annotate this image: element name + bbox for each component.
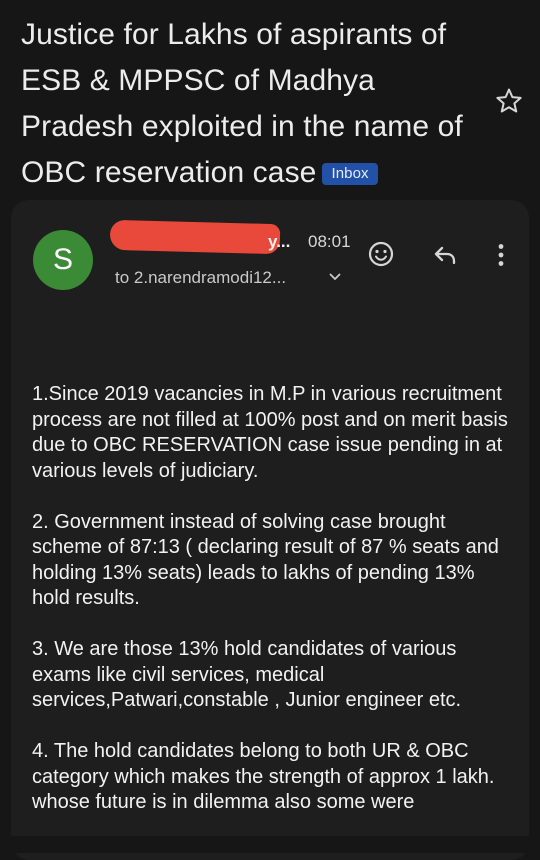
- sender-name[interactable]: y...: [268, 232, 290, 252]
- recipient-line[interactable]: to 2.narendramodi12...: [115, 268, 286, 288]
- star-icon[interactable]: [494, 86, 524, 116]
- smiley-icon[interactable]: [366, 239, 396, 269]
- sender-avatar[interactable]: S: [33, 230, 93, 290]
- body-paragraph: 4. The hold candidates belong to both UR…: [32, 740, 495, 813]
- email-subject: Justice for Lakhs of aspirants of ESB & …: [21, 12, 491, 196]
- body-paragraph: 3. We are those 13% hold candidates of v…: [32, 638, 462, 711]
- body-paragraph: 1.Since 2019 vacancies in M.P in various…: [32, 383, 508, 482]
- inbox-label-badge[interactable]: Inbox: [322, 163, 378, 185]
- redacted-sender-name: [109, 219, 281, 255]
- bottom-edge: [0, 836, 540, 853]
- message-time: 08:01: [308, 232, 351, 251]
- more-vert-icon[interactable]: [486, 240, 516, 270]
- message-body: 1.Since 2019 vacancies in M.P in various…: [32, 382, 512, 841]
- reply-icon[interactable]: [430, 240, 460, 270]
- subject-text: Justice for Lakhs of aspirants of ESB & …: [21, 18, 463, 189]
- chevron-down-icon[interactable]: [328, 270, 342, 284]
- body-paragraph: 2. Government instead of solving case br…: [32, 510, 499, 610]
